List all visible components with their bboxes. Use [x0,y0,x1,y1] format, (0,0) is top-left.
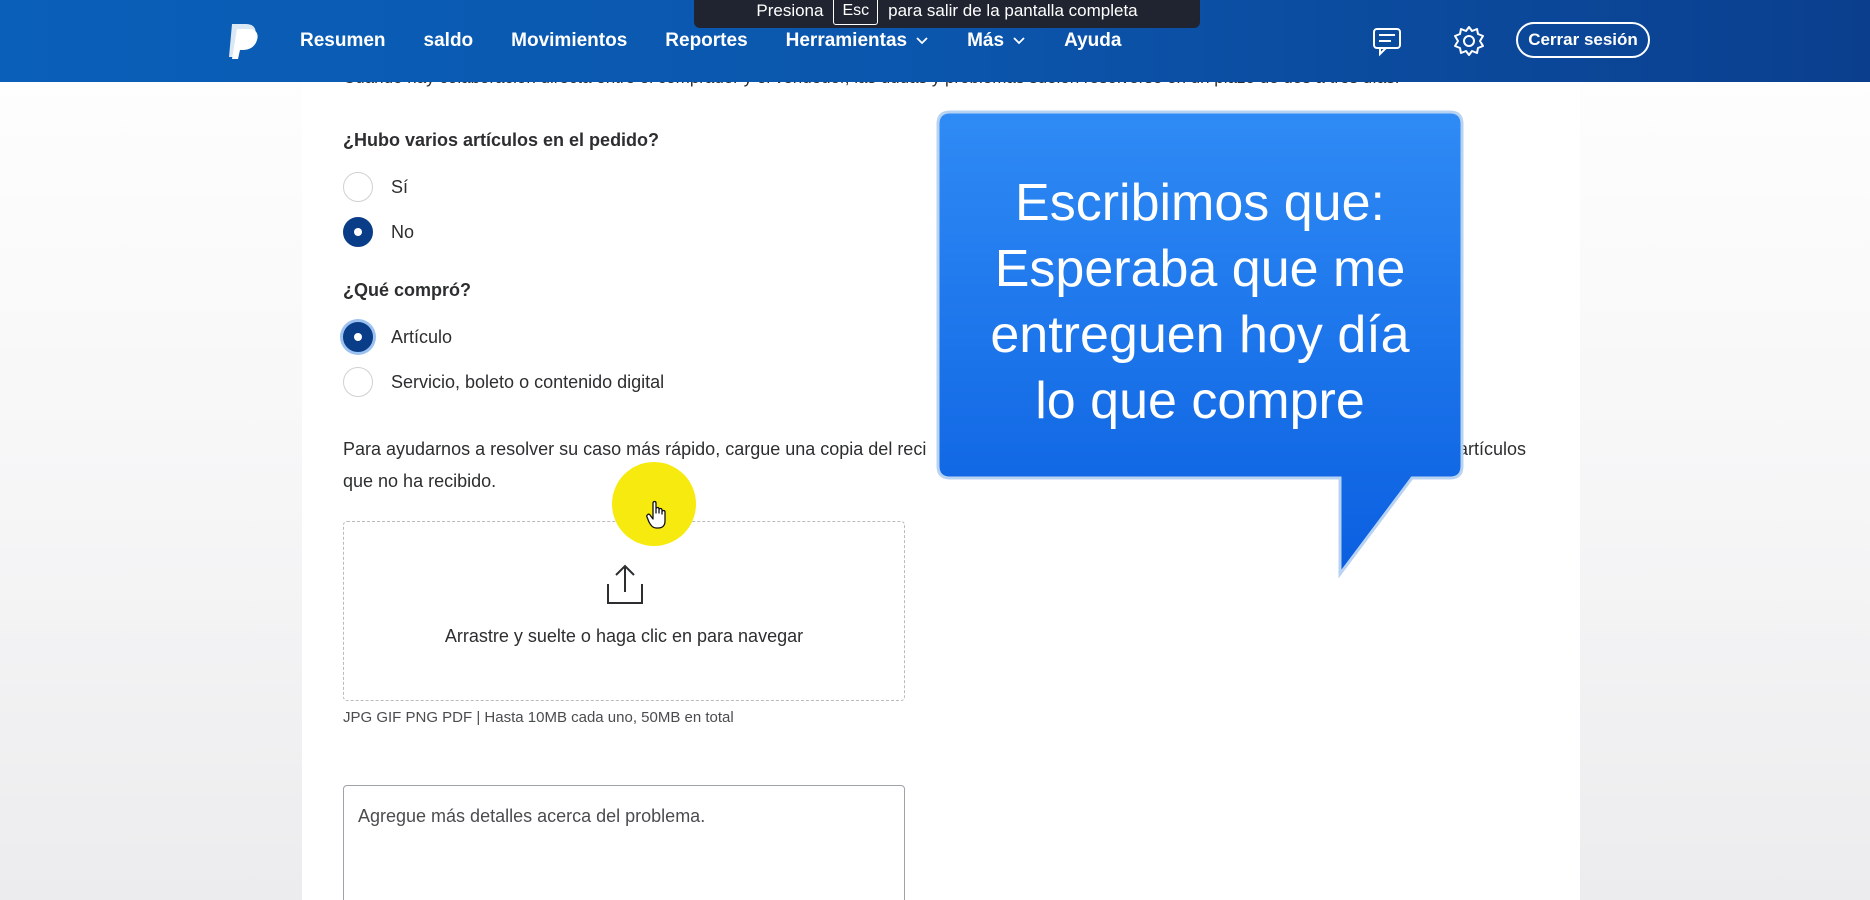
nav-label: Movimientos [511,30,628,51]
radio-label: Artículo [391,326,453,347]
dropzone-label: Arrastre y suelte o haga clic en para na… [444,626,804,646]
chevron-down-icon [916,37,928,45]
radio-label: No [391,221,415,242]
radio-button[interactable] [343,217,373,247]
radio-option-articulo[interactable]: Artículo [343,322,452,352]
nav-ayuda[interactable]: Ayuda [1064,30,1121,52]
nav-resumen[interactable]: Resumen [300,30,386,52]
bubble-line: lo que compre [1035,372,1365,430]
radio-button[interactable] [343,172,373,202]
radio-option-no[interactable]: No [343,217,414,247]
bubble-line: Esperaba que me [994,240,1406,298]
question-what-bought: ¿Qué compró? [343,280,472,300]
hand-pointer-icon [646,500,666,529]
help-line: Para ayudarnos a resolver su caso más rá… [343,439,927,459]
bubble-line: entreguen hoy día [990,306,1410,364]
nav-saldo[interactable]: saldo [424,30,474,52]
nav-herramientas[interactable]: Herramientas [786,30,929,52]
file-dropzone[interactable]: Arrastre y suelte o haga clic en para na… [343,521,905,701]
radio-option-servicio[interactable]: Servicio, boleto o contenido digital [343,367,664,397]
speech-bubble-text: Escribimos que: Esperaba que me entregue… [936,170,1464,434]
radio-option-si[interactable]: Sí [343,172,408,202]
speech-bubble: Escribimos que: Esperaba que me entregue… [936,110,1464,580]
nav-label: Herramientas [785,30,908,51]
esc-key-hint: Esc [833,0,879,25]
nav-label: Ayuda [1064,30,1122,51]
nav-movimientos[interactable]: Movimientos [511,30,627,52]
nav-label: Más [967,30,1005,51]
radio-label: Sí [391,176,409,197]
upload-help-text-tail: artículos [1458,439,1527,459]
bubble-line: Escribimos que: [1015,174,1385,232]
notice-text: para salir de la pantalla completa [888,1,1138,20]
nav-mas[interactable]: Más [967,30,1026,52]
nav-reportes[interactable]: Reportes [665,30,747,52]
paypal-logo-icon[interactable] [226,22,260,60]
gear-icon[interactable] [1452,24,1486,58]
problem-details-textarea[interactable] [343,785,905,900]
notice-text: Presiona [756,1,824,20]
question-multiple-items: ¿Hubo varios artículos en el pedido? [343,130,660,150]
messages-icon[interactable] [1370,24,1404,58]
radio-button[interactable] [343,367,373,397]
file-type-hint: JPG GIF PNG PDF | Hasta 10MB cada uno, 5… [343,709,734,726]
logout-button[interactable]: Cerrar sesión [1516,22,1650,58]
chevron-down-icon [1013,37,1025,45]
nav-label: Resumen [300,30,386,51]
nav-label: saldo [423,30,474,51]
fullscreen-notice: Presiona Esc para salir de la pantalla c… [694,0,1200,28]
radio-button[interactable] [343,322,373,352]
radio-label: Servicio, boleto o contenido digital [391,371,665,392]
page: Resumen saldo Movimientos Reportes Herra… [0,0,1870,900]
upload-icon [607,564,643,604]
nav-label: Reportes [665,30,748,51]
